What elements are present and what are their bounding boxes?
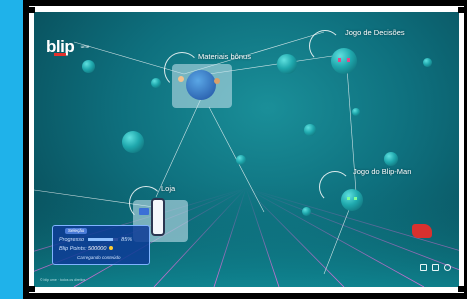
progress-label: Progresso	[59, 237, 85, 243]
shopping-card-icon	[139, 208, 149, 215]
blipman-robot-icon	[341, 189, 363, 211]
phone-icon	[151, 198, 165, 236]
floating-sphere	[277, 54, 297, 74]
floating-sphere	[384, 152, 398, 166]
hud-chip: Seleção	[65, 228, 88, 234]
progress-bar	[87, 238, 118, 242]
hotspot-materiais[interactable]: Materiais bônus	[164, 52, 251, 114]
progress-fill	[87, 238, 114, 242]
hotspot-decisoes[interactable]: Jogo de Decisões	[309, 28, 434, 98]
coin-icon	[108, 246, 113, 250]
blip-logo: blip ume	[46, 37, 90, 57]
floating-sphere	[302, 207, 311, 216]
hotspot-label-materiais: Materiais bônus	[198, 52, 251, 61]
red-creature-icon	[412, 224, 432, 238]
corner-mark	[458, 286, 464, 292]
corner-mark	[29, 286, 35, 292]
hud-progress: Progresso 85%	[59, 237, 132, 243]
robot-eyes	[338, 58, 350, 62]
hud-points: Blip Points: 500000	[59, 246, 113, 252]
hud-sub: Carregando conteúdo	[77, 255, 121, 260]
floating-sphere	[82, 60, 95, 73]
progress-value: 85%	[121, 237, 133, 243]
game-scene: blip ume Materiais bônus Jogo de Decisõe…	[34, 12, 459, 287]
logo-suffix: ume	[80, 44, 90, 49]
robot-eyes	[347, 197, 357, 200]
corner-mark	[29, 7, 35, 13]
footer-text: © blip ume · todos os direitos	[40, 278, 86, 282]
people-icon	[214, 78, 220, 84]
corner-mark	[458, 7, 464, 13]
floating-sphere	[151, 78, 161, 88]
people-icon	[178, 76, 184, 82]
hotspot-label-decisoes: Jogo de Decisões	[345, 28, 405, 37]
points-label: Blip Points:	[59, 246, 87, 252]
fullscreen-icon[interactable]	[432, 264, 439, 271]
points-value: 500000	[88, 246, 107, 252]
hotspot-label-blipman: Jogo do Blip-Man	[353, 167, 412, 176]
floating-sphere	[352, 108, 360, 116]
logo-underline	[54, 53, 66, 56]
floating-sphere	[304, 124, 316, 136]
volume-icon[interactable]	[420, 264, 427, 271]
left-accent-stripe	[0, 0, 23, 299]
globe-icon	[186, 70, 216, 100]
settings-icon[interactable]	[444, 264, 451, 271]
progress-hud: Seleção Progresso 85% Blip Points: 50000…	[52, 225, 150, 265]
hotspot-label-loja: Loja	[161, 184, 176, 193]
hotspot-blipman[interactable]: Jogo do Blip-Man	[319, 167, 444, 227]
floating-sphere	[122, 131, 144, 153]
floating-sphere	[236, 155, 246, 165]
